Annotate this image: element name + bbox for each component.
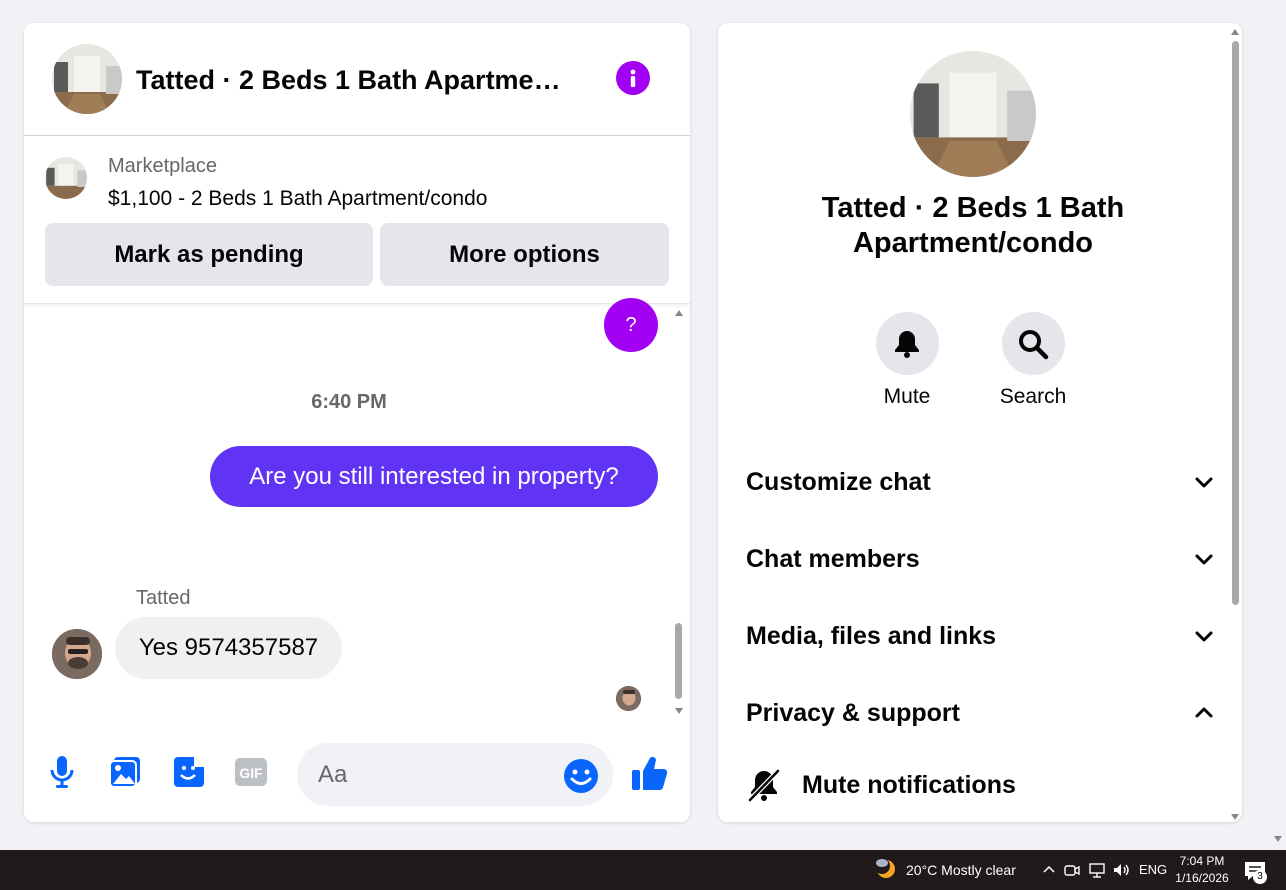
- mute-button[interactable]: Mute: [857, 312, 957, 409]
- clock-date: 1/16/2026: [1175, 871, 1229, 885]
- search-icon[interactable]: [1001, 312, 1065, 375]
- marketplace-banner: Marketplace $1,100 - 2 Beds 1 Bath Apart…: [24, 136, 690, 304]
- listing-avatar[interactable]: [52, 44, 122, 114]
- seen-avatar: [616, 686, 641, 711]
- incoming-message[interactable]: Yes 9574357587: [115, 617, 342, 679]
- search-button[interactable]: Search: [983, 312, 1083, 409]
- section-label: Privacy & support: [746, 698, 960, 727]
- moon-cloud-icon[interactable]: [873, 857, 897, 881]
- scroll-down-arrow[interactable]: [675, 708, 683, 714]
- scroll-thumb[interactable]: [1232, 41, 1239, 605]
- camera-icon[interactable]: [1063, 861, 1081, 879]
- svg-text:GIF: GIF: [239, 765, 263, 781]
- search-label: Search: [999, 385, 1067, 408]
- message-timestamp: 6:40 PM: [311, 391, 387, 413]
- clock-time: 7:04 PM: [1179, 854, 1225, 868]
- sender-name: Tatted: [136, 587, 191, 609]
- page-scroll-down-arrow[interactable]: [1274, 836, 1282, 842]
- message-scrollbar[interactable]: [672, 306, 686, 716]
- info-scrollbar[interactable]: [1228, 27, 1242, 822]
- chevron-up-icon[interactable]: [1042, 862, 1056, 876]
- scroll-thumb[interactable]: [675, 623, 682, 699]
- media-files-links-section[interactable]: Media, files and links: [746, 611, 1216, 661]
- notification-count-badge: 3: [1253, 870, 1267, 884]
- gif-icon[interactable]: GIF: [233, 754, 269, 790]
- weather-text[interactable]: 20°C Mostly clear: [906, 862, 1016, 878]
- network-icon[interactable]: [1088, 861, 1106, 879]
- microphone-icon[interactable]: [44, 754, 80, 790]
- composer: GIF: [24, 728, 690, 822]
- outgoing-message[interactable]: Are you still interested in property?: [210, 446, 658, 507]
- section-label: Customize chat: [746, 467, 931, 496]
- privacy-support-section[interactable]: Privacy & support: [746, 688, 1216, 738]
- listing-thumbnail[interactable]: [45, 157, 87, 199]
- volume-icon[interactable]: [1112, 861, 1130, 879]
- conversation-info-panel: Tatted · 2 Beds 1 Bath Apartment/condo M…: [718, 23, 1242, 822]
- language-indicator[interactable]: ENG: [1139, 862, 1167, 877]
- chevron-down-icon: [1195, 477, 1213, 488]
- chevron-up-icon: [1195, 707, 1213, 718]
- chevron-down-icon: [1195, 631, 1213, 642]
- info-icon[interactable]: [616, 61, 650, 95]
- info-title: Tatted · 2 Beds 1 Bath Apartment/condo: [821, 192, 1125, 259]
- mark-pending-button[interactable]: Mark as pending: [45, 223, 373, 286]
- mute-notifications-label: Mute notifications: [802, 770, 1016, 799]
- emoji-icon[interactable]: [563, 758, 599, 794]
- more-options-button[interactable]: More options: [380, 223, 669, 286]
- chevron-down-icon: [1195, 554, 1213, 565]
- chat-panel: Tatted · 2 Beds 1 Bath Apartment/condo M…: [24, 23, 690, 822]
- info-avatar[interactable]: [910, 51, 1036, 177]
- chat-members-section[interactable]: Chat members: [746, 534, 1216, 584]
- sticker-icon[interactable]: [171, 754, 207, 790]
- bell-slash-icon: [748, 769, 780, 802]
- section-label: Chat members: [746, 544, 920, 573]
- bell-icon[interactable]: [875, 312, 939, 375]
- marketplace-label: Marketplace: [108, 155, 217, 177]
- listing-title[interactable]: $1,100 - 2 Beds 1 Bath Apartment/condo: [108, 187, 487, 211]
- mute-notifications-item[interactable]: Mute notifications: [746, 767, 1016, 803]
- chat-title[interactable]: Tatted · 2 Beds 1 Bath Apartment/condo: [136, 65, 576, 96]
- sender-avatar[interactable]: [52, 629, 102, 679]
- previous-message-bubble[interactable]: ?: [604, 298, 658, 352]
- scroll-up-arrow[interactable]: [675, 310, 683, 316]
- image-icon[interactable]: [107, 754, 143, 790]
- thumbs-up-icon[interactable]: [630, 753, 672, 795]
- chat-header: Tatted · 2 Beds 1 Bath Apartment/condo: [24, 23, 690, 136]
- section-label: Media, files and links: [746, 621, 997, 650]
- scroll-up-arrow[interactable]: [1231, 29, 1239, 35]
- customize-chat-section[interactable]: Customize chat: [746, 457, 1216, 507]
- taskbar: 20°C Mostly clear ENG 7:04 PM 1/16/2026 …: [0, 850, 1286, 890]
- mute-label: Mute: [883, 385, 931, 408]
- scroll-down-arrow[interactable]: [1231, 814, 1239, 820]
- clock[interactable]: 7:04 PM 1/16/2026: [1168, 853, 1236, 887]
